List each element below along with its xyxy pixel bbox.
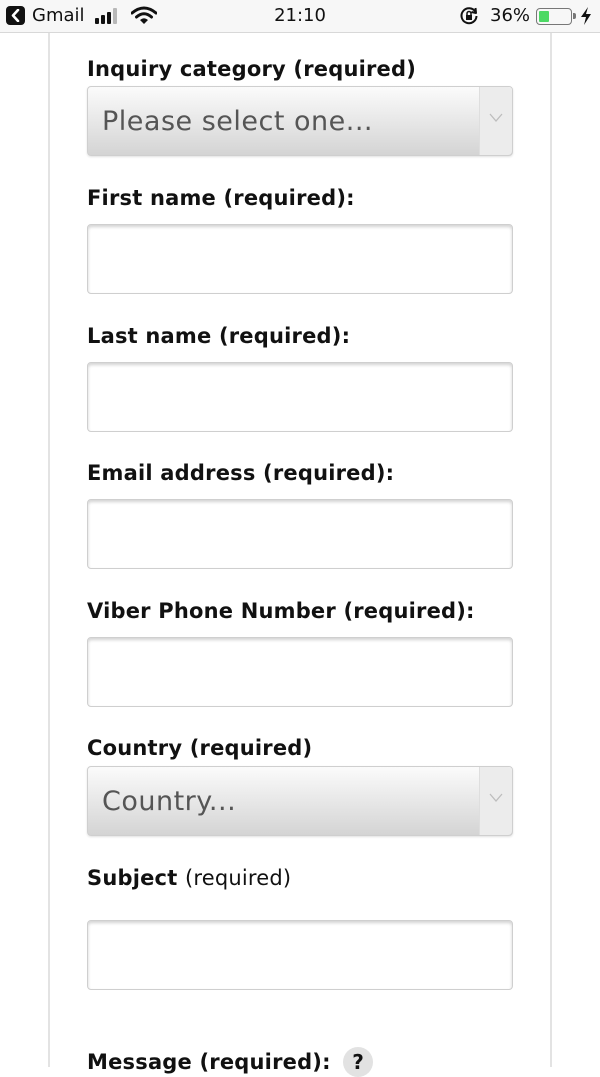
- select-arrow[interactable]: [479, 87, 512, 155]
- first-name-field[interactable]: [87, 224, 513, 294]
- status-bar: Gmail 21:10 36%: [0, 0, 600, 33]
- inquiry-category-label: Inquiry category (required): [87, 57, 417, 81]
- subject-field[interactable]: [87, 920, 513, 990]
- viber-phone-label: Viber Phone Number (required):: [87, 599, 475, 623]
- subject-label-text: Subject: [87, 866, 178, 890]
- email-field[interactable]: [87, 499, 513, 569]
- country-value: Country...: [102, 786, 237, 817]
- subject-label: Subject (required): [87, 866, 291, 890]
- first-name-label: First name (required):: [87, 186, 355, 210]
- inquiry-category-select[interactable]: Please select one...: [87, 86, 513, 156]
- battery-icon: [536, 8, 576, 25]
- last-name-field[interactable]: [87, 362, 513, 432]
- subject-required-note: (required): [184, 866, 292, 890]
- country-select[interactable]: Country...: [87, 766, 513, 836]
- chevron-down-icon: [489, 113, 503, 122]
- select-arrow[interactable]: [479, 767, 512, 835]
- message-help-button[interactable]: ?: [343, 1047, 373, 1077]
- orientation-lock-icon: [460, 7, 478, 25]
- country-label: Country (required): [87, 736, 313, 760]
- last-name-label: Last name (required):: [87, 324, 351, 348]
- charging-bolt-icon: [581, 7, 591, 25]
- battery-percent: 36%: [490, 5, 531, 26]
- email-label: Email address (required):: [87, 461, 395, 485]
- inquiry-category-value: Please select one...: [102, 106, 373, 137]
- message-label: Message (required):: [87, 1050, 331, 1074]
- chevron-down-icon: [489, 793, 503, 802]
- viber-phone-field[interactable]: [87, 637, 513, 707]
